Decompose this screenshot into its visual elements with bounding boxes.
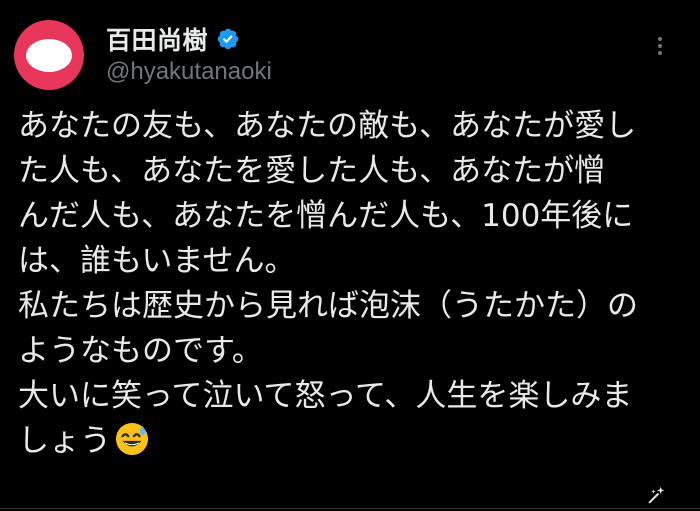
- grok-icon[interactable]: [646, 484, 668, 506]
- verified-badge-icon: [217, 28, 239, 50]
- more-options-icon[interactable]: [646, 34, 674, 62]
- avatar-logo-shape: [26, 39, 72, 72]
- tweet-line-text: しょう: [18, 423, 111, 459]
- tweet-line: 大いに笑って泣いて怒って、人生を楽しみま: [18, 378, 633, 414]
- tweet-line: んだ人も、あなたを憎んだ人も、100年後に: [18, 198, 634, 234]
- smiling-face-with-sweat-icon: [115, 422, 149, 456]
- tweet-line: は、誰もいません。: [18, 243, 296, 279]
- avatar[interactable]: [14, 20, 84, 90]
- author-display-name[interactable]: 百田尚樹: [106, 21, 208, 57]
- tweet-line: あなたの友も、あなたの敵も、あなたが愛し: [18, 108, 637, 144]
- divider: [0, 508, 700, 509]
- author-name-row: 百田尚樹: [106, 22, 240, 56]
- tweet-line: た人も、あなたを愛した人も、あなたが憎: [18, 153, 606, 189]
- tweet-text: あなたの友も、あなたの敵も、あなたが愛し た人も、あなたを愛した人も、あなたが憎…: [18, 104, 688, 464]
- author-handle[interactable]: @hyakutanaoki: [106, 58, 272, 86]
- tweet-line: 私たちは歴史から見れば泡沫（うたかた）の: [18, 288, 638, 324]
- tweet-line: ようなものです。: [18, 333, 263, 369]
- tweet-line-last: しょう: [18, 419, 688, 464]
